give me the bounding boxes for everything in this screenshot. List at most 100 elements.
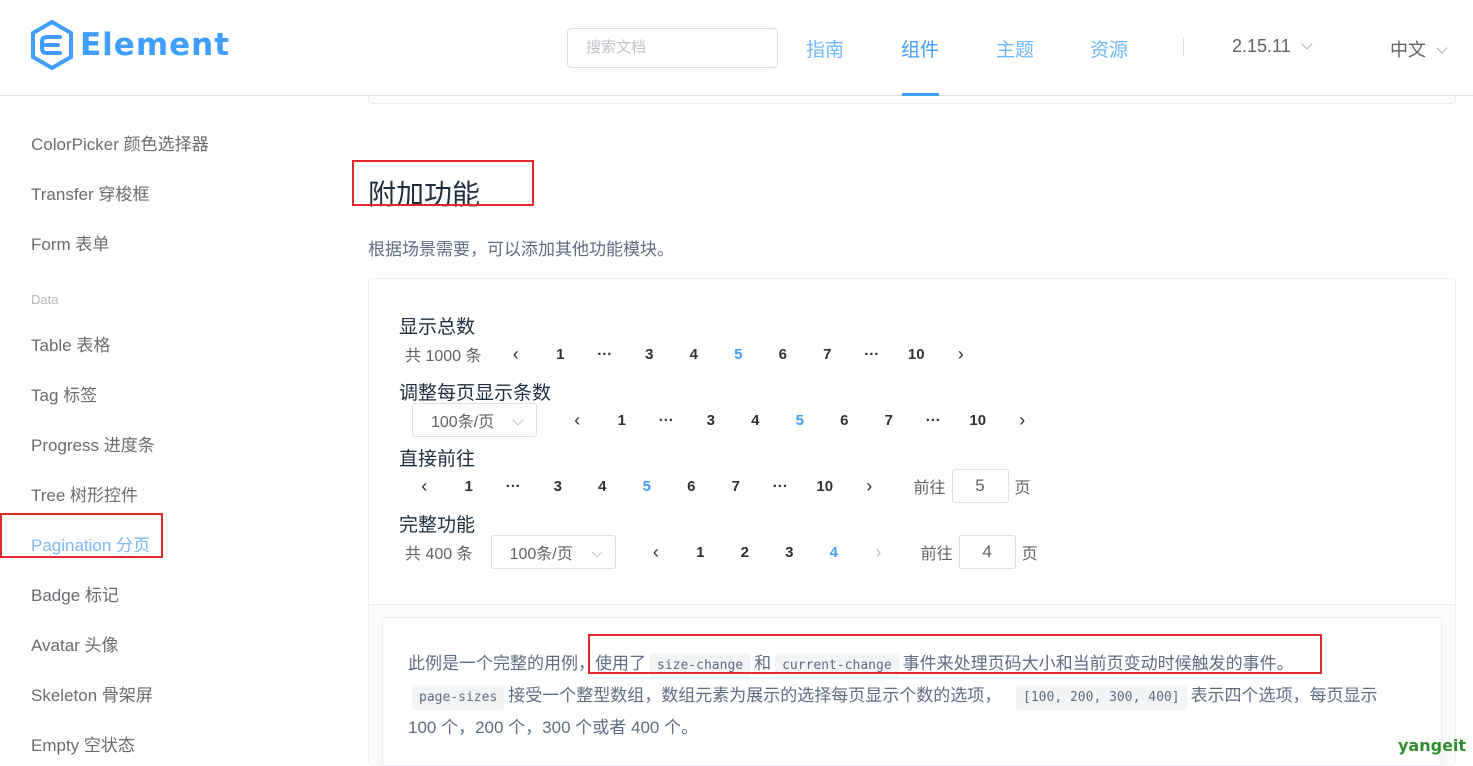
description-text: 此例是一个完整的用例， xyxy=(408,654,595,673)
nav-divider xyxy=(1183,38,1184,56)
page-button[interactable]: 1 xyxy=(678,538,723,566)
page-ellipsis-button[interactable]: ··· xyxy=(911,406,956,434)
page-ellipsis-button[interactable]: ··· xyxy=(644,406,689,434)
description-line-2: page-sizes 接受一个整型数组，数组元素为展示的选择每页显示个数的选项， … xyxy=(408,681,1378,710)
page-ellipsis-button[interactable]: ··· xyxy=(583,340,628,368)
jumper-input[interactable]: 5 xyxy=(951,469,1009,503)
sidebar-item-tree[interactable]: Tree 树形控件 xyxy=(31,481,138,506)
page-button[interactable]: 1 xyxy=(538,340,583,368)
sidebar-item-tag[interactable]: Tag 标签 xyxy=(31,381,97,406)
description-text: 表示四个选项，每页显示 xyxy=(1190,686,1378,705)
sidebar-item-skeleton[interactable]: Skeleton 骨架屏 xyxy=(31,681,153,706)
chevron-down-icon xyxy=(1436,42,1448,54)
page-button[interactable]: 7 xyxy=(867,406,912,434)
highlight-box-title xyxy=(352,160,534,206)
description-line-3: 100 个，200 个，300 个或者 400 个。 xyxy=(408,718,699,737)
page-button[interactable]: 3 xyxy=(767,538,812,566)
demo-label-full: 完整功能 xyxy=(399,515,476,536)
next-page-button[interactable]: › xyxy=(939,340,984,368)
pagination-total-text: 共 1000 条 xyxy=(405,348,482,365)
page-button[interactable]: 7 xyxy=(714,472,759,500)
version-label: 2.15.11 xyxy=(1232,36,1291,56)
page-button[interactable]: 10 xyxy=(956,406,1001,434)
logo-text: Element xyxy=(80,27,231,63)
chevron-down-icon xyxy=(1301,38,1313,50)
jumper-suffix: 页 xyxy=(1021,546,1038,563)
page-button[interactable]: 3 xyxy=(689,406,734,434)
prev-page-button[interactable]: ‹ xyxy=(402,472,447,500)
sidebar-item-form[interactable]: Form 表单 xyxy=(31,230,109,255)
pagination-total-text: 共 400 条 xyxy=(405,546,473,563)
element-logo-icon xyxy=(31,20,73,70)
version-select[interactable]: 2.15.11 xyxy=(1232,36,1313,57)
watermark: yangeit xyxy=(1398,736,1467,755)
demo-label-sizes: 调整每页显示条数 xyxy=(399,383,552,404)
pagination-full: 共 400 条 100条/页 ‹ 1 2 3 4 › 前往 4 页 xyxy=(405,535,1038,569)
page-button[interactable]: 4 xyxy=(672,340,717,368)
language-select[interactable]: 中文 xyxy=(1390,36,1448,62)
code-sizes-array: [100, 200, 300, 400] xyxy=(1016,685,1187,710)
jumper-input[interactable]: 4 xyxy=(958,535,1016,569)
demo-label-jumper: 直接前往 xyxy=(399,449,476,470)
language-label: 中文 xyxy=(1390,40,1426,60)
highlight-box-description xyxy=(588,634,1322,674)
sidebar-group-data: Data xyxy=(31,292,59,307)
page-button[interactable]: 4 xyxy=(580,472,625,500)
page-button[interactable]: 10 xyxy=(894,340,939,368)
sidebar-item-progress[interactable]: Progress 进度条 xyxy=(31,431,155,456)
pagination-jumper: ‹ 1 ··· 3 4 5 6 7 ··· 10 › 前往 5 页 xyxy=(402,469,1031,503)
highlight-box-sidebar xyxy=(0,513,163,558)
sidebar-item-table[interactable]: Table 表格 xyxy=(31,331,110,356)
page-button[interactable]: 10 xyxy=(803,472,848,500)
prev-page-button[interactable]: ‹ xyxy=(634,538,679,566)
next-page-button[interactable]: › xyxy=(856,538,901,566)
page-size-select[interactable]: 100条/页 xyxy=(412,403,537,437)
page-button[interactable]: 6 xyxy=(669,472,714,500)
page-size-select[interactable]: 100条/页 xyxy=(490,535,616,569)
page-jumper: 前往 5 页 xyxy=(914,469,1031,503)
nav-active-indicator xyxy=(902,93,939,96)
chevron-down-icon xyxy=(590,546,603,558)
page-button[interactable]: 1 xyxy=(447,472,492,500)
nav-guide[interactable]: 指南 xyxy=(806,35,844,62)
page-button[interactable]: 3 xyxy=(627,340,672,368)
sidebar-item-colorpicker[interactable]: ColorPicker 颜色选择器 xyxy=(31,130,209,155)
jumper-prefix: 前往 xyxy=(920,546,953,563)
jumper-prefix: 前往 xyxy=(913,480,946,497)
pagination-total: 共 1000 条 ‹ 1 ··· 3 4 5 6 7 ··· 10 › xyxy=(405,340,983,368)
chevron-down-icon xyxy=(512,414,524,426)
sidebar-item-transfer[interactable]: Transfer 穿梭框 xyxy=(31,180,149,205)
next-page-button[interactable]: › xyxy=(1000,406,1045,434)
description-text: 接受一个整型数组，数组元素为展示的选择每页显示个数的选项， xyxy=(508,686,1002,705)
page-button-current[interactable]: 5 xyxy=(716,340,761,368)
page-button[interactable]: 1 xyxy=(600,406,645,434)
nav-component[interactable]: 组件 xyxy=(901,35,939,62)
page-ellipsis-button[interactable]: ··· xyxy=(491,472,536,500)
prev-page-button[interactable]: ‹ xyxy=(555,406,600,434)
nav-theme[interactable]: 主题 xyxy=(996,35,1034,62)
section-description: 根据场景需要，可以添加其他功能模块。 xyxy=(368,240,674,259)
page-button-current[interactable]: 4 xyxy=(812,538,857,566)
page-button[interactable]: 3 xyxy=(536,472,581,500)
nav-resource[interactable]: 资源 xyxy=(1090,35,1128,62)
element-logo[interactable]: Element xyxy=(30,20,230,70)
sidebar-item-empty[interactable]: Empty 空状态 xyxy=(31,731,135,756)
top-header: Element 搜索文档 指南 组件 主题 资源 2.15.11 中文 xyxy=(0,0,1473,96)
page-ellipsis-button[interactable]: ··· xyxy=(758,472,803,500)
page-ellipsis-button[interactable]: ··· xyxy=(850,340,895,368)
page-button[interactable]: 6 xyxy=(822,406,867,434)
page-button-current[interactable]: 5 xyxy=(625,472,670,500)
page-button[interactable]: 7 xyxy=(805,340,850,368)
search-input[interactable]: 搜索文档 xyxy=(567,28,778,68)
sidebar-item-badge[interactable]: Badge 标记 xyxy=(31,581,119,606)
next-page-button[interactable]: › xyxy=(847,472,892,500)
prev-page-button[interactable]: ‹ xyxy=(494,340,539,368)
page-jumper: 前往 4 页 xyxy=(921,535,1038,569)
sidebar-item-avatar[interactable]: Avatar 头像 xyxy=(31,631,119,656)
page-size-value: 100条/页 xyxy=(509,546,573,563)
page-button[interactable]: 4 xyxy=(733,406,778,434)
page-button[interactable]: 6 xyxy=(761,340,806,368)
jumper-suffix: 页 xyxy=(1014,480,1031,497)
page-button-current[interactable]: 5 xyxy=(778,406,823,434)
page-button[interactable]: 2 xyxy=(723,538,768,566)
